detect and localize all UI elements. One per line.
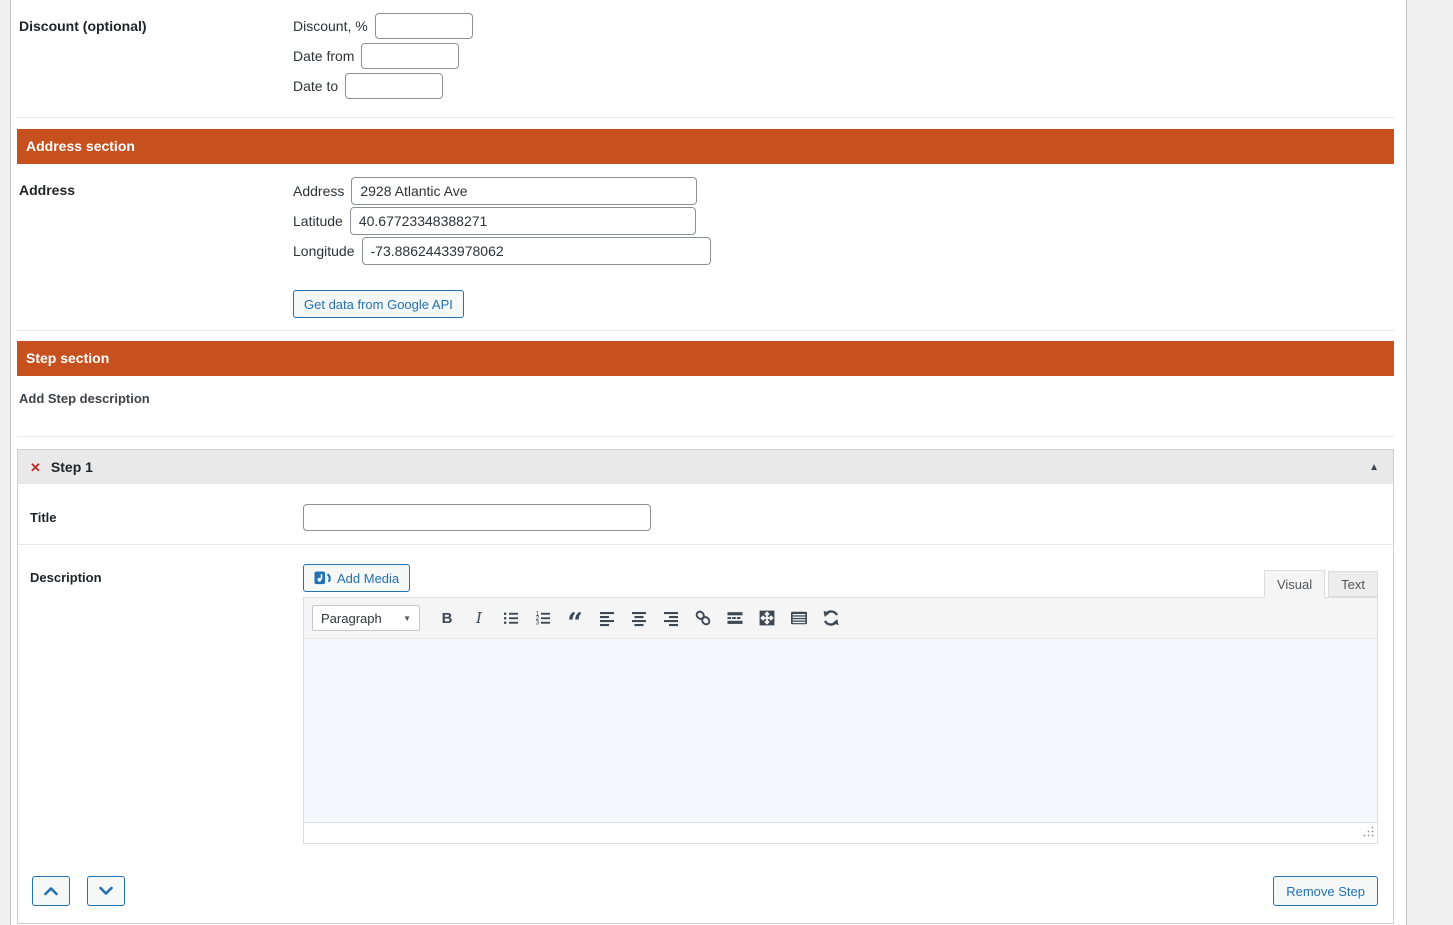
toolbar-toggle-button[interactable] [784,605,814,631]
paragraph-format-label: Paragraph [321,611,382,626]
latitude-label: Latitude [293,213,343,229]
divider [17,330,1394,331]
add-media-label: Add Media [337,571,399,586]
step-footer: Remove Step [18,844,1393,923]
fullscreen-button[interactable] [752,605,782,631]
editor-statusbar [304,822,1377,843]
discount-percent-label: Discount, % [293,18,368,34]
align-left-icon [597,608,617,628]
step-item: ✕ Step 1 ▲ Title Description [17,449,1394,924]
tab-visual[interactable]: Visual [1264,570,1325,598]
fullscreen-icon [757,608,777,628]
move-step-up-button[interactable] [32,876,70,906]
latitude-line: Latitude [293,207,1394,235]
divider [17,436,1394,437]
move-buttons [32,876,125,906]
discount-row: Discount (optional) Discount, % Date fro… [17,13,1394,103]
paragraph-format-dropdown[interactable]: Paragraph ▼ [312,605,420,631]
discount-percent-input[interactable] [375,13,473,39]
tab-text[interactable]: Text [1328,571,1378,597]
chevron-up-icon [43,885,59,897]
discount-heading: Discount (optional) [17,13,293,34]
svg-text:3: 3 [536,619,540,626]
date-to-line: Date to [293,73,1394,99]
align-right-icon [661,608,681,628]
date-from-input[interactable] [361,43,459,69]
dropdown-arrow-icon: ▼ [403,614,411,623]
align-center-icon [629,608,649,628]
date-from-line: Date from [293,43,1394,69]
step-section-description: Add Step description [17,391,1394,406]
step-description-row: Description Add Media [18,544,1393,844]
address-group-label: Address [17,177,293,198]
align-left-button[interactable] [592,605,622,631]
street-label: Address [293,183,344,199]
latitude-input[interactable] [350,207,696,235]
remove-step-button[interactable]: Remove Step [1273,876,1378,906]
refresh-icon [821,608,841,628]
align-center-button[interactable] [624,605,654,631]
step-title-row: Title [18,484,1393,544]
step-title-input[interactable] [303,504,651,531]
link-button[interactable] [688,605,718,631]
bold-button[interactable]: B [432,605,462,631]
postbox-panel: Discount (optional) Discount, % Date fro… [10,0,1407,925]
longitude-line: Longitude [293,237,1394,265]
align-right-button[interactable] [656,605,686,631]
chevron-down-icon [98,885,114,897]
step-title-label: Step 1 [51,459,93,475]
title-label: Title [30,504,303,531]
step-section-header: Step section [17,341,1394,376]
numbered-list-icon: 1 2 3 [533,608,553,628]
link-icon [693,608,713,628]
read-more-button[interactable] [720,605,750,631]
toolbar-toggle-icon [789,608,809,628]
address-section-header: Address section [17,129,1394,164]
bold-icon: B [442,610,453,627]
move-step-down-button[interactable] [87,876,125,906]
editor-column: Add Media Visual Text Paragraph ▼ B [303,564,1378,844]
longitude-label: Longitude [293,243,355,259]
date-to-label: Date to [293,78,338,94]
step-header-bar[interactable]: ✕ Step 1 ▲ [18,450,1393,484]
refresh-button[interactable] [816,605,846,631]
editor-toolbar: Paragraph ▼ B I [304,598,1377,639]
google-api-button[interactable]: Get data from Google API [293,290,464,318]
editor-content-area[interactable] [304,639,1377,822]
longitude-input[interactable] [362,237,711,265]
street-input[interactable] [351,177,697,205]
bulleted-list-icon [501,608,521,628]
title-field-col [303,504,1378,531]
collapse-triangle-icon[interactable]: ▲ [1369,462,1379,473]
editor-top-bar: Add Media Visual Text [303,564,1378,597]
date-from-label: Date from [293,48,354,64]
wysiwyg-editor: Paragraph ▼ B I [303,597,1378,844]
editor-mode-tabs: Visual Text [1264,570,1378,597]
divider [17,117,1394,118]
numbered-list-button[interactable]: 1 2 3 [528,605,558,631]
blockquote-icon: “ [567,619,583,629]
discount-percent-line: Discount, % [293,13,1394,39]
media-icon [314,570,331,586]
read-more-icon [725,608,745,628]
italic-button[interactable]: I [464,605,494,631]
resize-grip-icon[interactable] [1362,825,1375,841]
add-media-button[interactable]: Add Media [303,564,410,592]
remove-step-x-icon[interactable]: ✕ [30,461,41,474]
address-fields: Address Latitude Longitude Get data from… [293,177,1394,318]
italic-icon: I [476,609,482,627]
blockquote-button[interactable]: “ [560,605,590,631]
street-line: Address [293,177,1394,205]
address-row: Address Address Latitude Longitude Get d… [17,177,1394,318]
description-label: Description [30,564,303,844]
bulleted-list-button[interactable] [496,605,526,631]
discount-fields: Discount, % Date from Date to [293,13,1394,103]
date-to-input[interactable] [345,73,443,99]
